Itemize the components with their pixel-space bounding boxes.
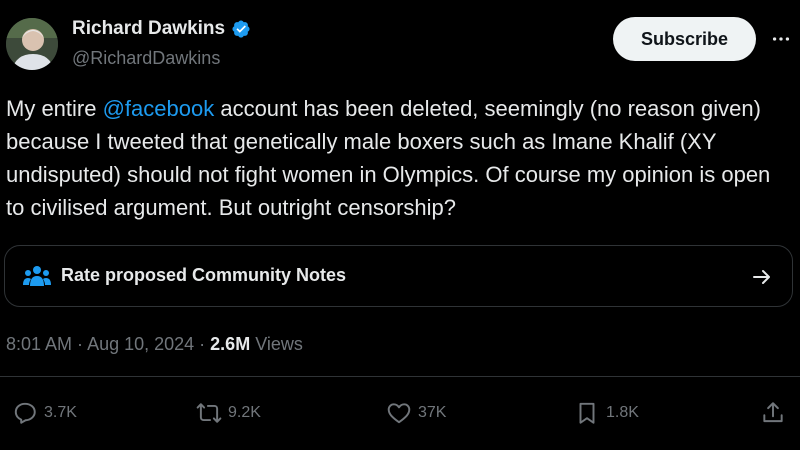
- tweet-text: My entire @facebook account has been del…: [6, 92, 786, 224]
- tweet-date[interactable]: Aug 10, 2024: [87, 334, 194, 354]
- avatar[interactable]: [6, 18, 58, 70]
- arrow-right-icon: [753, 270, 770, 284]
- community-notes-label: Rate proposed Community Notes: [61, 265, 347, 285]
- more-button[interactable]: [768, 26, 794, 52]
- meta-separator: ·: [72, 334, 88, 354]
- bookmark-count: 1.8K: [606, 404, 639, 421]
- like-button[interactable]: 37K: [386, 400, 446, 426]
- reply-count: 3.7K: [44, 404, 77, 421]
- community-notes-icon: [23, 266, 51, 286]
- bookmark-icon: [579, 402, 595, 424]
- repost-count: 9.2K: [228, 404, 261, 421]
- bookmark-button[interactable]: 1.8K: [574, 400, 639, 426]
- repost-icon: [196, 403, 222, 423]
- verified-badge-icon[interactable]: [231, 19, 251, 39]
- meta-separator: ·: [194, 334, 211, 354]
- author-name[interactable]: Richard Dawkins: [72, 18, 225, 40]
- community-notes-button[interactable]: Rate proposed Community Notes: [4, 245, 793, 307]
- share-button[interactable]: [760, 400, 786, 426]
- tweet-meta: 8:01 AM · Aug 10, 2024 · 2.6M Views: [6, 334, 303, 355]
- divider: [0, 376, 800, 377]
- tweet-text-start: My entire: [6, 96, 103, 121]
- author-handle[interactable]: @RichardDawkins: [72, 48, 220, 69]
- mention-link[interactable]: @facebook: [103, 96, 215, 121]
- share-icon: [763, 402, 783, 423]
- profile-photo: [6, 18, 58, 70]
- tweet-time[interactable]: 8:01 AM: [6, 334, 72, 354]
- views-label: Views: [250, 334, 303, 354]
- like-count: 37K: [418, 404, 447, 421]
- subscribe-button[interactable]: Subscribe: [613, 17, 756, 61]
- heart-icon: [387, 403, 411, 424]
- reply-icon: [14, 402, 36, 424]
- repost-button[interactable]: 9.2K: [196, 400, 261, 426]
- author-name-row[interactable]: Richard Dawkins: [72, 18, 251, 40]
- views-count: 2.6M: [210, 334, 251, 354]
- reply-button[interactable]: 3.7K: [12, 400, 77, 426]
- more-icon: [772, 37, 790, 41]
